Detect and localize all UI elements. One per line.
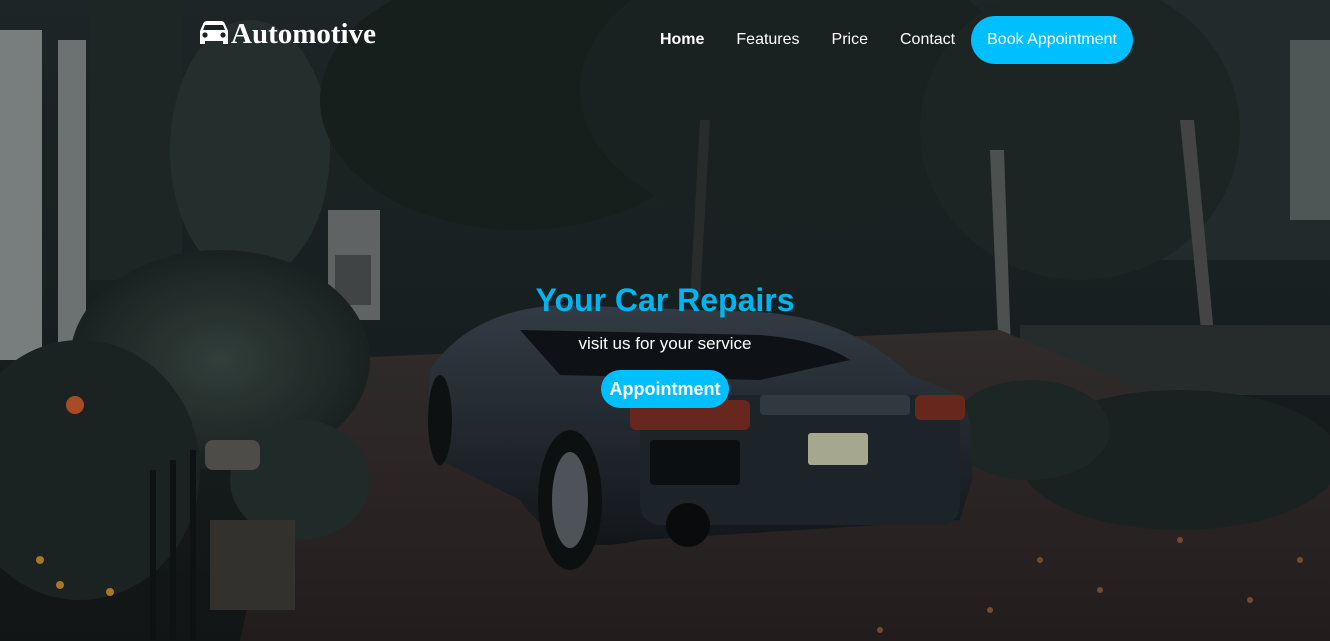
hero-title: Your Car Repairs (535, 282, 795, 318)
book-appointment-button[interactable]: Book Appointment (971, 16, 1133, 64)
nav-price[interactable]: Price (832, 31, 868, 49)
brand-logo[interactable]: Automotive (197, 16, 376, 52)
hero-subtitle: visit us for your service (578, 334, 752, 353)
nav-home[interactable]: Home (660, 31, 704, 49)
appointment-button[interactable]: Appointment (600, 370, 730, 408)
hero-content: Your Car Repairs visit us for your servi… (0, 280, 1330, 408)
car-icon (200, 21, 228, 44)
brand-name: Automotive (231, 18, 376, 50)
hero-section: Automotive Home Features Price Contact B… (0, 0, 1330, 641)
nav-features[interactable]: Features (736, 31, 799, 49)
main-nav: Home Features Price Contact Book Appoint… (660, 16, 1133, 64)
nav-contact[interactable]: Contact (900, 31, 955, 49)
